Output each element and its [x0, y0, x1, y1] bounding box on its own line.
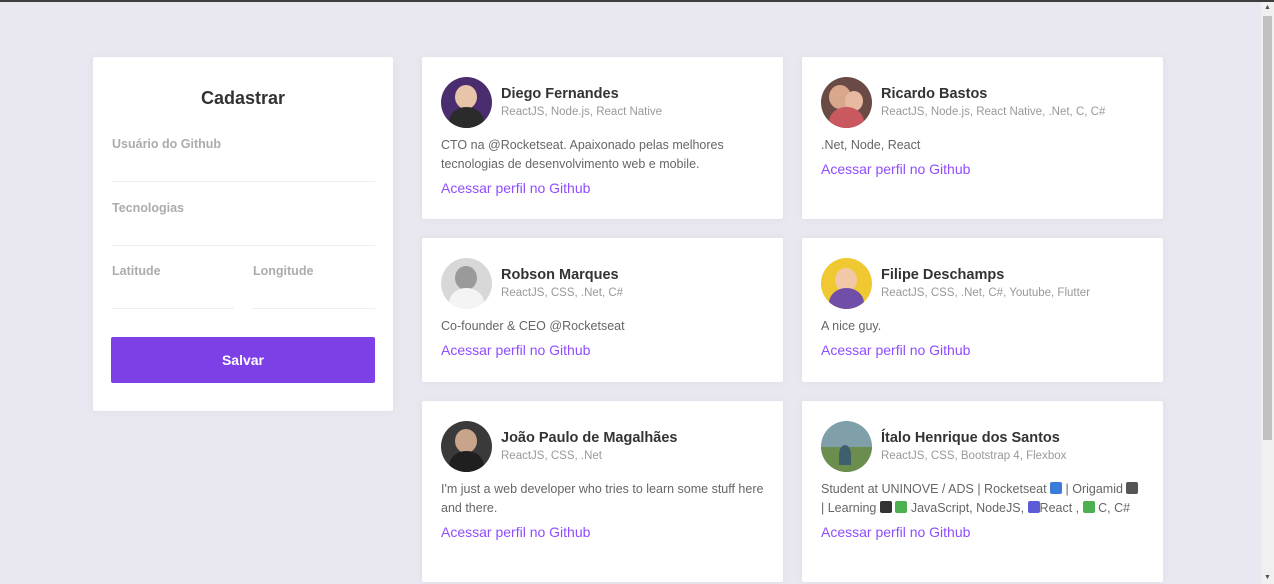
- github-profile-link[interactable]: Acessar perfil no Github: [441, 180, 764, 196]
- user-techs: ReactJS, Node.js, React Native: [501, 106, 663, 118]
- github-profile-link[interactable]: Acessar perfil no Github: [821, 524, 1144, 540]
- avatar: [441, 76, 492, 128]
- dev-header: João Paulo de Magalhães ReactJS, CSS, .N…: [441, 420, 764, 472]
- bio-text: C, C#: [1094, 501, 1131, 515]
- user-techs: ReactJS, CSS, .Net: [501, 450, 602, 462]
- register-form-card: Cadastrar Usuário do Github Tecnologias …: [93, 57, 393, 411]
- techs-label: Tecnologias: [112, 201, 185, 215]
- scrollbar-thumb[interactable]: [1263, 16, 1272, 440]
- avatar: [441, 420, 492, 472]
- github-user-input[interactable]: [112, 151, 375, 173]
- user-name: João Paulo de Magalhães: [501, 430, 678, 446]
- user-info: Diego Fernandes ReactJS, Node.js, React …: [501, 85, 662, 119]
- user-name: Diego Fernandes: [501, 86, 619, 102]
- form-title: Cadastrar: [200, 88, 286, 108]
- user-name: Ricardo Bastos: [881, 86, 988, 102]
- dev-card: Diego Fernandes ReactJS, Node.js, React …: [422, 57, 783, 219]
- dev-card: João Paulo de Magalhães ReactJS, CSS, .N…: [422, 401, 783, 582]
- user-bio: CTO na @Rocketseat. Apaixonado pelas mel…: [441, 138, 724, 171]
- scroll-up-icon[interactable]: ▲: [1261, 2, 1274, 14]
- techs-field: Tecnologias: [112, 201, 375, 246]
- avatar: [441, 257, 492, 309]
- user-info: Filipe Deschamps ReactJS, CSS, .Net, C#,…: [881, 266, 1090, 300]
- user-techs: ReactJS, CSS, Bootstrap 4, Flexbox: [881, 450, 1067, 462]
- latitude-input[interactable]: [112, 278, 234, 300]
- dev-header: Ricardo Bastos ReactJS, Node.js, React N…: [821, 76, 1144, 128]
- window-top-border: [0, 0, 1274, 2]
- user-bio: I'm just a web developer who tries to le…: [441, 482, 764, 515]
- github-profile-link[interactable]: Acessar perfil no Github: [821, 342, 1144, 358]
- longitude-label: Longitude: [253, 264, 314, 278]
- user-techs: ReactJS, CSS, .Net, C#, Youtube, Flutter: [881, 287, 1091, 299]
- bio-text: Student at UNINOVE / ADS | Rocketseat: [821, 482, 1051, 496]
- dev-header: Diego Fernandes ReactJS, Node.js, React …: [441, 76, 764, 128]
- atom-icon: [1027, 501, 1040, 513]
- dev-card: Filipe Deschamps ReactJS, CSS, .Net, C#,…: [802, 238, 1163, 382]
- scroll-down-icon[interactable]: ▼: [1261, 572, 1274, 584]
- longitude-field: Longitude: [253, 264, 375, 309]
- bio-text: | Learning: [821, 501, 880, 515]
- user-name: Ítalo Henrique dos Santos: [881, 430, 1060, 446]
- laptop-icon: [879, 501, 892, 513]
- user-info: Robson Marques ReactJS, CSS, .Net, C#: [501, 266, 623, 300]
- save-button[interactable]: Salvar: [111, 337, 375, 383]
- techs-input[interactable]: [112, 215, 375, 237]
- dev-header: Filipe Deschamps ReactJS, CSS, .Net, C#,…: [821, 257, 1144, 309]
- avatar: [821, 76, 872, 128]
- dev-card: Ítalo Henrique dos Santos ReactJS, CSS, …: [802, 401, 1163, 582]
- user-info: Ricardo Bastos ReactJS, Node.js, React N…: [881, 85, 1105, 119]
- github-profile-link[interactable]: Acessar perfil no Github: [441, 524, 764, 540]
- user-techs: ReactJS, Node.js, React Native, .Net, C,…: [881, 106, 1106, 118]
- user-name: Filipe Deschamps: [881, 267, 1005, 283]
- user-info: João Paulo de Magalhães ReactJS, CSS, .N…: [501, 429, 677, 463]
- user-bio: Co-founder & CEO @Rocketseat: [441, 319, 625, 333]
- github-user-field: Usuário do Github: [112, 137, 375, 182]
- bio-text: | Origamid: [1062, 482, 1127, 496]
- avatar: [821, 257, 872, 309]
- user-info: Ítalo Henrique dos Santos ReactJS, CSS, …: [881, 429, 1066, 463]
- cat-icon: [1126, 482, 1139, 494]
- github-profile-link[interactable]: Acessar perfil no Github: [441, 342, 764, 358]
- github-profile-link[interactable]: Acessar perfil no Github: [821, 161, 1144, 177]
- page-scrollbar[interactable]: ▲ ▼: [1261, 2, 1274, 584]
- user-bio: .Net, Node, React: [821, 138, 921, 152]
- books-icon: [1082, 501, 1095, 513]
- longitude-input[interactable]: [253, 278, 375, 300]
- github-user-label: Usuário do Github: [112, 137, 222, 151]
- latitude-field: Latitude: [112, 264, 234, 309]
- user-name: Robson Marques: [501, 267, 619, 283]
- user-bio: Student at UNINOVE / ADS | Rocketseat | …: [821, 480, 1139, 518]
- books-icon: [895, 501, 908, 513]
- user-techs: ReactJS, CSS, .Net, C#: [501, 287, 624, 299]
- latitude-label: Latitude: [112, 264, 161, 278]
- dev-card: Ricardo Bastos ReactJS, Node.js, React N…: [802, 57, 1163, 219]
- avatar: [821, 420, 872, 472]
- dev-header: Ítalo Henrique dos Santos ReactJS, CSS, …: [821, 420, 1144, 472]
- dev-card: Robson Marques ReactJS, CSS, .Net, C# Co…: [422, 238, 783, 382]
- dev-header: Robson Marques ReactJS, CSS, .Net, C#: [441, 257, 764, 309]
- user-bio: A nice guy.: [821, 319, 882, 333]
- bio-text: JavaScript, NodeJS,: [907, 501, 1028, 515]
- bio-text: React ,: [1039, 501, 1083, 515]
- rocket-icon: [1050, 482, 1063, 494]
